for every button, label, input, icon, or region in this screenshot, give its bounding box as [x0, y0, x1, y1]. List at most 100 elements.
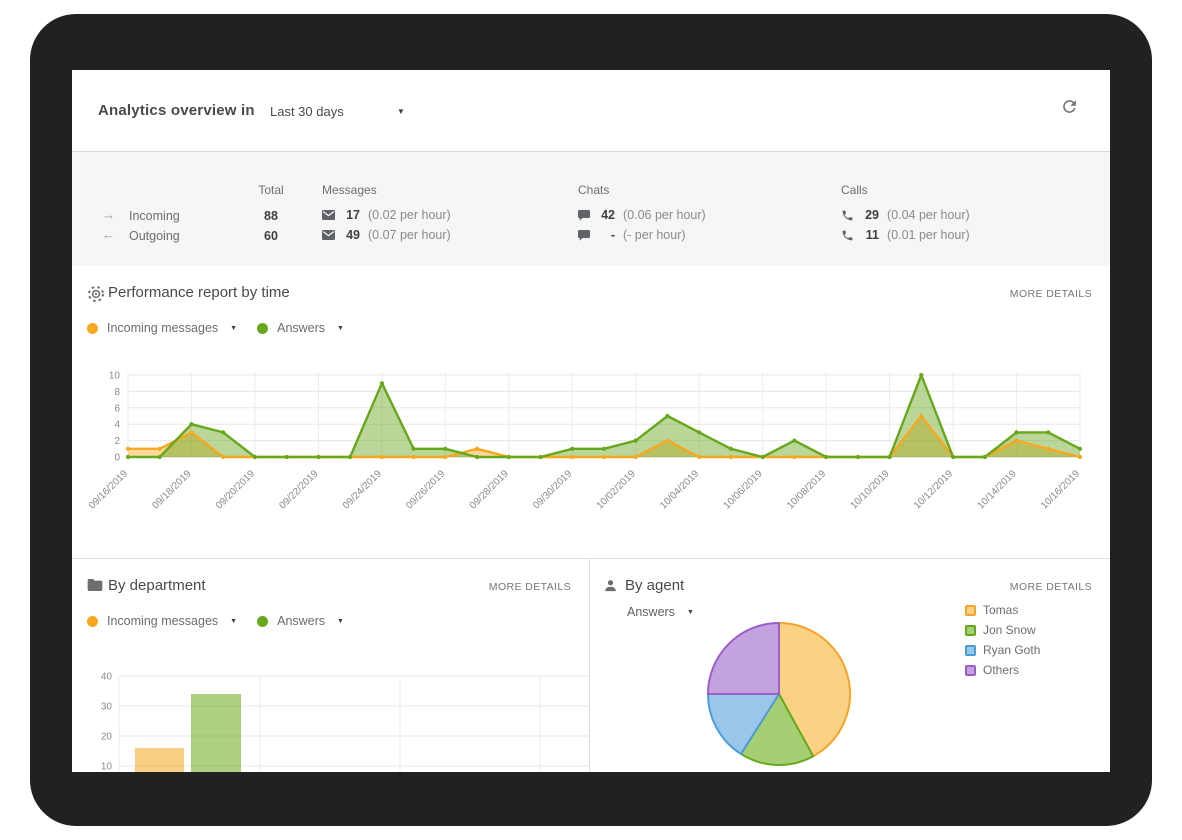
- svg-text:10/12/2019: 10/12/2019: [912, 468, 955, 511]
- calls-rate: (0.01 per hour): [887, 228, 970, 242]
- jon-snow-swatch-icon: [965, 625, 976, 636]
- messages-cell: 49 (0.07 per hour): [322, 228, 451, 242]
- column-header-total: Total: [238, 183, 304, 197]
- svg-text:10: 10: [101, 762, 113, 773]
- messages-count: 17: [343, 208, 360, 222]
- svg-text:0: 0: [114, 453, 120, 464]
- more-details-link-agent[interactable]: MORE DETAILS: [1010, 581, 1092, 593]
- svg-text:09/26/2019: 09/26/2019: [404, 468, 447, 511]
- chevron-down-icon: ▼: [337, 618, 344, 625]
- row-label: Outgoing: [129, 229, 180, 243]
- agent-metric-dropdown[interactable]: Answers ▼: [627, 605, 694, 619]
- timer-icon: [87, 285, 105, 303]
- messages-rate: (0.07 per hour): [368, 228, 451, 242]
- svg-text:09/20/2019: 09/20/2019: [214, 468, 257, 511]
- legend-label: Incoming messages: [107, 614, 218, 628]
- stats-row-incoming: → Incoming 88 17 (0.02 per hour) 42 (0.0…: [72, 207, 1110, 227]
- stats-header-row: Total Messages Chats Calls: [72, 181, 1110, 201]
- chats-cell: 42 (0.06 per hour): [578, 208, 706, 222]
- svg-text:2: 2: [114, 436, 120, 447]
- calls-cell: 29 (0.04 per hour): [841, 208, 970, 222]
- legend-answers-dropdown[interactable]: Answers ▼: [257, 614, 344, 628]
- others-swatch-icon: [965, 665, 976, 676]
- arrow-right-icon: →: [102, 207, 115, 222]
- chevron-down-icon: ▼: [337, 325, 344, 332]
- legend-item-ryan-goth: Ryan Goth: [965, 643, 1040, 657]
- messages-rate: (0.02 per hour): [368, 208, 451, 222]
- chat-bubble-icon: [578, 210, 590, 221]
- arrow-left-icon: ←: [102, 227, 115, 242]
- column-header-calls: Calls: [841, 183, 868, 197]
- chats-rate: (- per hour): [623, 228, 686, 242]
- bottom-sections: By department MORE DETAILS Incoming mess…: [72, 558, 1110, 772]
- svg-text:8: 8: [114, 387, 120, 398]
- chevron-down-icon: ▼: [397, 107, 405, 116]
- section-title-department: By department: [108, 577, 206, 594]
- calls-cell: 11 (0.01 per hour): [841, 228, 970, 242]
- date-range-dropdown[interactable]: Last 30 days ▼: [270, 103, 420, 125]
- legend-label: Incoming messages: [107, 321, 218, 335]
- column-header-chats: Chats: [578, 183, 609, 197]
- svg-text:10/04/2019: 10/04/2019: [658, 468, 701, 511]
- performance-report-section: Performance report by time MORE DETAILS …: [72, 266, 1110, 558]
- dashboard-header: Analytics overview in Last 30 days ▼: [72, 70, 1110, 152]
- by-agent-section: By agent MORE DETAILS Answers ▼ Tomas Jo…: [590, 559, 1110, 772]
- calls-rate: (0.04 per hour): [887, 208, 970, 222]
- svg-text:40: 40: [101, 672, 113, 683]
- legend-label: Others: [983, 663, 1019, 677]
- svg-text:20: 20: [101, 732, 113, 743]
- summary-stats: Total Messages Chats Calls → Incoming 88…: [72, 152, 1110, 266]
- phone-icon: [841, 229, 854, 242]
- svg-text:09/18/2019: 09/18/2019: [150, 468, 193, 511]
- chats-rate: (0.06 per hour): [623, 208, 706, 222]
- page-title: Analytics overview in: [98, 102, 255, 119]
- agent-legend: Tomas Jon Snow Ryan Goth Others: [965, 603, 1040, 683]
- legend-answers-dropdown[interactable]: Answers ▼: [257, 321, 344, 335]
- messages-count: 49: [343, 228, 360, 242]
- legend-incoming-messages-dropdown[interactable]: Incoming messages ▼: [87, 321, 237, 335]
- orange-dot-icon: [87, 323, 98, 334]
- by-department-section: By department MORE DETAILS Incoming mess…: [72, 559, 590, 772]
- svg-text:10/06/2019: 10/06/2019: [722, 468, 765, 511]
- legend-item-others: Others: [965, 663, 1040, 677]
- chat-bubble-icon: [578, 230, 590, 241]
- svg-text:09/30/2019: 09/30/2019: [531, 468, 574, 511]
- legend-label: Ryan Goth: [983, 643, 1040, 657]
- section-title-agent: By agent: [625, 577, 684, 594]
- total-value: 60: [238, 229, 304, 243]
- section-title-performance: Performance report by time: [108, 284, 290, 301]
- legend-item-jon-snow: Jon Snow: [965, 623, 1040, 637]
- column-header-messages: Messages: [322, 183, 377, 197]
- more-details-link-department[interactable]: MORE DETAILS: [489, 581, 571, 593]
- svg-text:09/28/2019: 09/28/2019: [468, 468, 511, 511]
- refresh-button[interactable]: [1060, 97, 1080, 117]
- folder-icon: [87, 578, 103, 592]
- calls-count: 29: [862, 208, 879, 222]
- svg-text:10/16/2019: 10/16/2019: [1039, 468, 1082, 511]
- svg-text:4: 4: [114, 420, 120, 431]
- total-value: 88: [238, 209, 304, 223]
- messages-cell: 17 (0.02 per hour): [322, 208, 451, 222]
- agent-pie-chart: [685, 599, 885, 772]
- green-dot-icon: [257, 323, 268, 334]
- calls-count: 11: [862, 228, 879, 242]
- chevron-down-icon: ▼: [230, 325, 237, 332]
- department-chart: 40 30 20 10: [72, 659, 590, 772]
- legend-label: Jon Snow: [983, 623, 1036, 637]
- analytics-dashboard: Analytics overview in Last 30 days ▼ Tot…: [72, 70, 1110, 772]
- svg-text:10/02/2019: 10/02/2019: [595, 468, 638, 511]
- ryan-goth-swatch-icon: [965, 645, 976, 656]
- svg-text:10/14/2019: 10/14/2019: [975, 468, 1018, 511]
- more-details-link-performance[interactable]: MORE DETAILS: [1010, 288, 1092, 300]
- svg-text:10/08/2019: 10/08/2019: [785, 468, 828, 511]
- envelope-icon: [322, 230, 335, 240]
- department-legend: Incoming messages ▼ Answers ▼: [87, 614, 364, 628]
- person-icon: [603, 578, 618, 593]
- svg-text:30: 30: [101, 702, 113, 713]
- orange-dot-icon: [87, 616, 98, 627]
- legend-incoming-messages-dropdown[interactable]: Incoming messages ▼: [87, 614, 237, 628]
- svg-text:09/22/2019: 09/22/2019: [277, 468, 320, 511]
- stats-row-outgoing: ← Outgoing 60 49 (0.07 per hour) - (- pe…: [72, 227, 1110, 247]
- chevron-down-icon: ▼: [230, 618, 237, 625]
- chats-count: 42: [598, 208, 615, 222]
